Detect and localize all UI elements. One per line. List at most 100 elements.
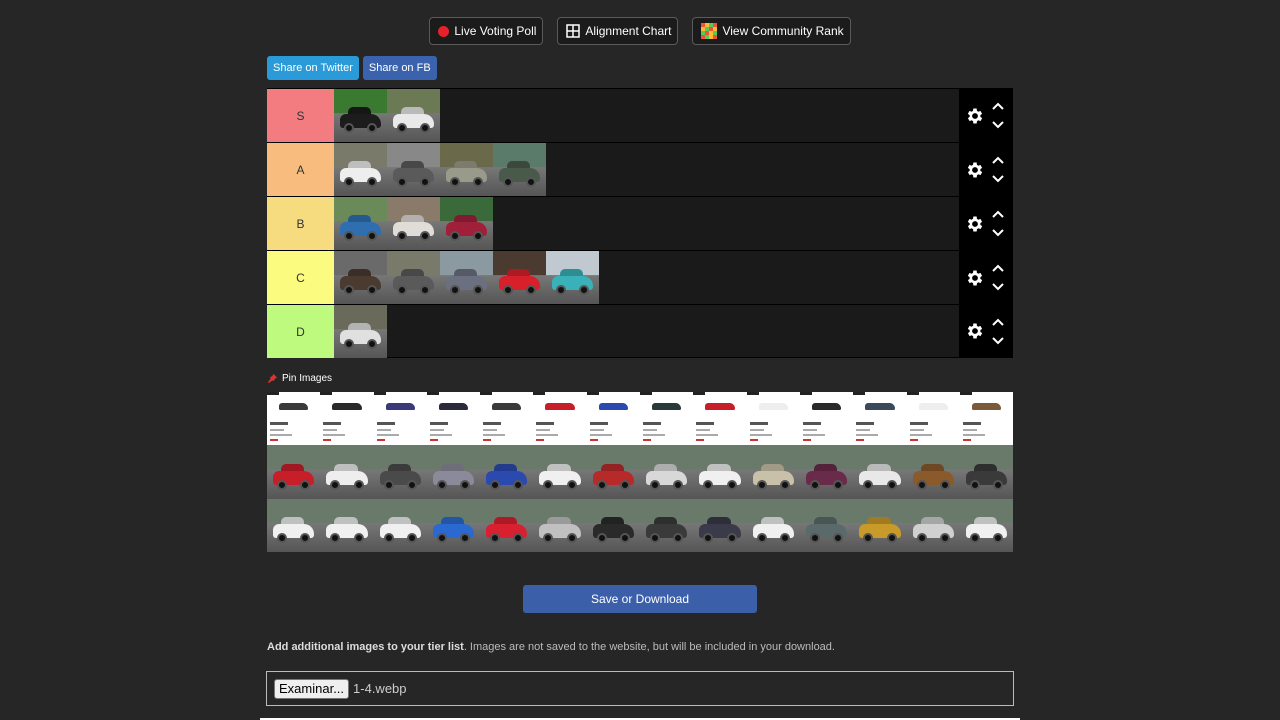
pool-image[interactable] bbox=[693, 498, 747, 552]
pool-image[interactable] bbox=[853, 498, 907, 552]
alignment-chart-button[interactable]: Alignment Chart bbox=[557, 17, 679, 45]
pool-image[interactable] bbox=[426, 445, 481, 499]
tier-label[interactable]: S bbox=[267, 89, 334, 142]
pool-image[interactable] bbox=[373, 498, 427, 552]
tier-image[interactable] bbox=[546, 251, 599, 304]
car-wheel bbox=[473, 285, 483, 295]
browse-button[interactable]: Examinar... bbox=[274, 678, 350, 699]
gear-icon[interactable] bbox=[962, 268, 988, 288]
tier-image[interactable] bbox=[334, 143, 387, 196]
pool-image[interactable] bbox=[906, 392, 960, 446]
car-body bbox=[918, 403, 948, 410]
pool-image[interactable] bbox=[586, 392, 641, 446]
chevron-down-icon[interactable] bbox=[990, 334, 1006, 348]
chevron-down-icon[interactable] bbox=[990, 118, 1006, 132]
pool-image[interactable] bbox=[267, 445, 321, 499]
tier-image[interactable] bbox=[387, 143, 440, 196]
tier-label[interactable]: B bbox=[267, 197, 334, 250]
pool-image[interactable] bbox=[799, 445, 854, 499]
file-upload-input[interactable]: Examinar... 1-4.webp bbox=[266, 671, 1014, 706]
tier-image[interactable] bbox=[493, 143, 546, 196]
add-images-info: Add additional images to your tier list.… bbox=[267, 641, 835, 653]
car-wheel bbox=[566, 479, 577, 490]
chevron-down-icon[interactable] bbox=[990, 280, 1006, 294]
pool-image[interactable] bbox=[640, 498, 694, 552]
tier-image[interactable] bbox=[440, 197, 493, 250]
tier-image[interactable] bbox=[440, 143, 493, 196]
tier-image[interactable] bbox=[387, 89, 440, 142]
tier-image[interactable] bbox=[387, 197, 440, 250]
pool-image[interactable] bbox=[799, 498, 854, 552]
pool-image[interactable] bbox=[586, 445, 641, 499]
pool-image[interactable] bbox=[373, 445, 427, 499]
gear-icon[interactable] bbox=[962, 214, 988, 234]
tier-image[interactable] bbox=[334, 305, 387, 358]
chevron-down-icon[interactable] bbox=[990, 226, 1006, 240]
car-wheel bbox=[556, 285, 566, 295]
gear-icon[interactable] bbox=[962, 160, 988, 180]
top-button-bar: Live Voting Poll Alignment Chart View Co… bbox=[0, 17, 1280, 45]
gear-icon[interactable] bbox=[962, 106, 988, 126]
pool-image[interactable] bbox=[480, 392, 534, 446]
pool-image[interactable] bbox=[320, 445, 374, 499]
tier-image[interactable] bbox=[387, 251, 440, 304]
view-community-rank-button[interactable]: View Community Rank bbox=[692, 17, 851, 45]
share-facebook-button[interactable]: Share on FB bbox=[362, 56, 437, 80]
tier-items[interactable] bbox=[334, 89, 959, 142]
card-text-line bbox=[429, 434, 452, 436]
pool-image[interactable] bbox=[959, 392, 1014, 446]
pool-image[interactable] bbox=[746, 498, 800, 552]
save-download-button[interactable]: Save or Download bbox=[523, 585, 757, 613]
tier-items[interactable] bbox=[334, 143, 959, 196]
pool-image[interactable] bbox=[426, 498, 481, 552]
pool-image[interactable] bbox=[906, 445, 960, 499]
chevron-up-icon[interactable] bbox=[990, 315, 1006, 329]
chevron-down-icon[interactable] bbox=[990, 172, 1006, 186]
pool-image[interactable] bbox=[693, 445, 747, 499]
tier-image[interactable] bbox=[493, 251, 546, 304]
pool-image[interactable] bbox=[480, 445, 534, 499]
pool-image[interactable] bbox=[640, 392, 694, 446]
pool-image[interactable] bbox=[480, 498, 534, 552]
pool-image[interactable] bbox=[373, 392, 427, 446]
pool-image[interactable] bbox=[533, 392, 587, 446]
gear-icon[interactable] bbox=[962, 321, 988, 341]
tier-image[interactable] bbox=[334, 89, 387, 142]
pool-image[interactable] bbox=[267, 498, 321, 552]
chevron-up-icon[interactable] bbox=[990, 99, 1006, 113]
share-twitter-button[interactable]: Share on Twitter bbox=[267, 56, 359, 80]
pool-image[interactable] bbox=[320, 392, 374, 446]
pool-image[interactable] bbox=[586, 498, 641, 552]
pool-image[interactable] bbox=[746, 392, 800, 446]
chevron-up-icon[interactable] bbox=[990, 207, 1006, 221]
tier-label[interactable]: D bbox=[267, 305, 334, 358]
pool-image[interactable] bbox=[426, 392, 481, 446]
pool-image[interactable] bbox=[853, 445, 907, 499]
tier-items[interactable] bbox=[334, 197, 959, 250]
pool-image[interactable] bbox=[533, 445, 587, 499]
pool-image[interactable] bbox=[533, 498, 587, 552]
pool-image[interactable] bbox=[959, 445, 1014, 499]
pool-image[interactable] bbox=[746, 445, 800, 499]
tier-image[interactable] bbox=[440, 251, 493, 304]
pool-image[interactable] bbox=[959, 498, 1014, 552]
pool-image[interactable] bbox=[906, 498, 960, 552]
tier-image[interactable] bbox=[334, 197, 387, 250]
chevron-up-icon[interactable] bbox=[990, 261, 1006, 275]
tier-label[interactable]: C bbox=[267, 251, 334, 304]
pool-image[interactable] bbox=[267, 392, 321, 446]
pool-image[interactable] bbox=[693, 392, 747, 446]
tier-items[interactable] bbox=[334, 305, 959, 358]
pool-image[interactable] bbox=[853, 392, 907, 446]
pushpin-icon bbox=[267, 373, 278, 384]
tier-image[interactable] bbox=[334, 251, 387, 304]
car-wheel bbox=[397, 285, 407, 295]
pin-images-toggle[interactable]: Pin Images bbox=[267, 373, 332, 384]
pool-image[interactable] bbox=[640, 445, 694, 499]
tier-items[interactable] bbox=[334, 251, 959, 304]
chevron-up-icon[interactable] bbox=[990, 153, 1006, 167]
tier-label[interactable]: A bbox=[267, 143, 334, 196]
pool-image[interactable] bbox=[320, 498, 374, 552]
pool-image[interactable] bbox=[799, 392, 854, 446]
live-voting-poll-button[interactable]: Live Voting Poll bbox=[429, 17, 544, 45]
